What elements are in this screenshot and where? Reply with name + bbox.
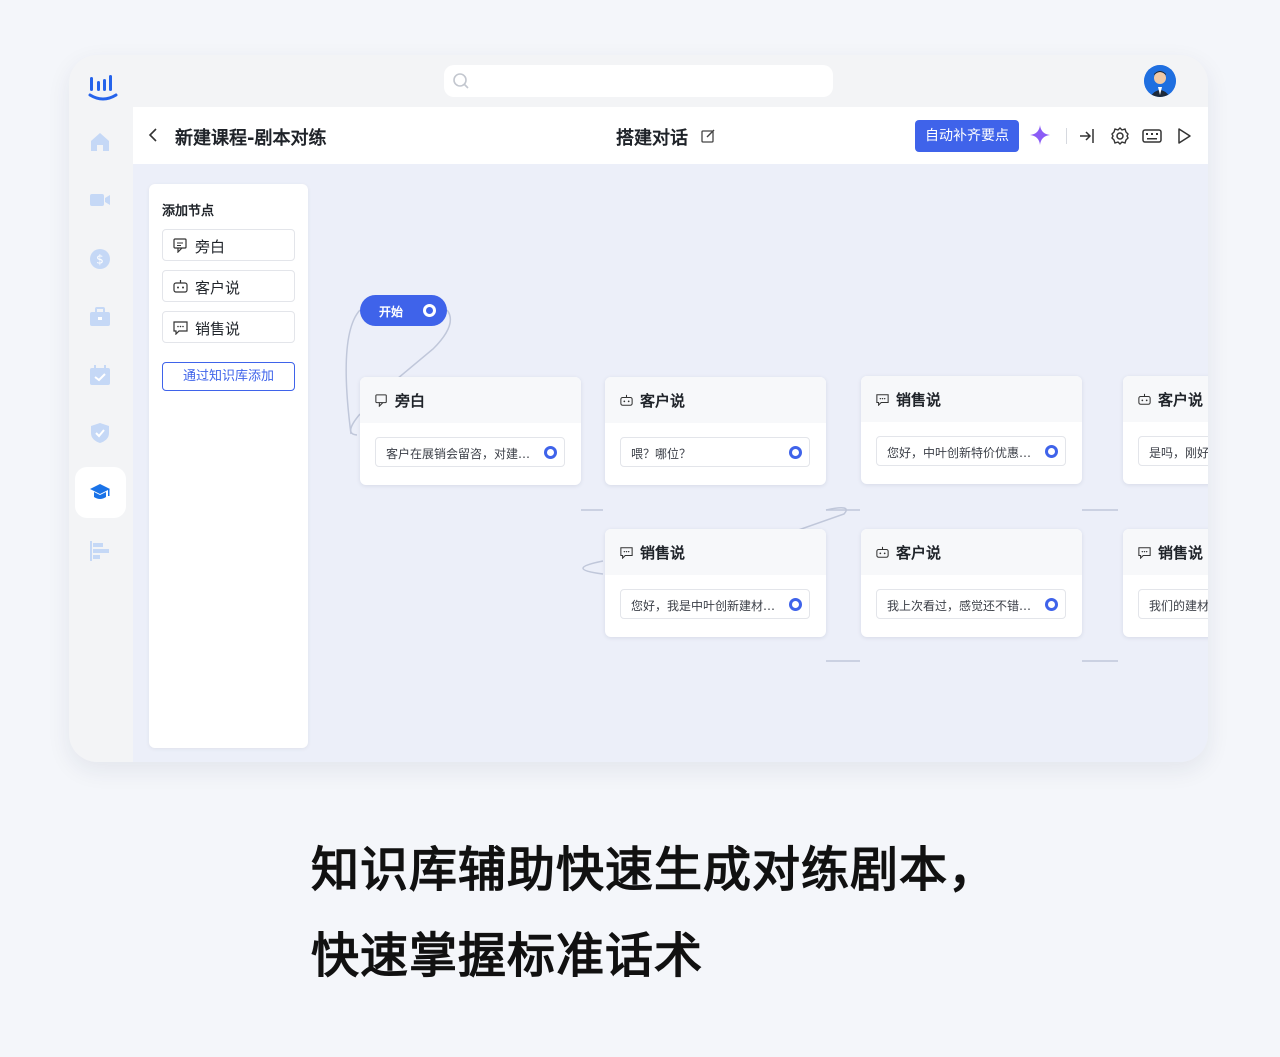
import-icon[interactable] [1078, 126, 1098, 146]
start-connector-port[interactable] [423, 304, 436, 317]
caption-line-1: 知识库辅助快速生成对练剧本， [311, 842, 998, 898]
node-header: 旁白 [360, 377, 581, 423]
home-icon[interactable] [89, 131, 111, 153]
header-divider [1066, 128, 1067, 144]
connector-port[interactable] [789, 446, 802, 459]
node-text-field[interactable]: 是吗，刚好 [1138, 436, 1208, 466]
connector-port[interactable] [789, 598, 802, 611]
dollar-icon[interactable]: $ [89, 248, 111, 270]
node-header: 客户说 [1123, 376, 1208, 422]
caption-line-2: 快速掌握标准话术 [311, 928, 704, 984]
editor-header: 新建课程-剧本对练 搭建对话 自动补齐要点 [133, 107, 1208, 164]
user-avatar[interactable] [1144, 65, 1176, 97]
node-text-field[interactable]: 喂？哪位？ [620, 437, 810, 467]
auto-fill-points-button[interactable]: 自动补齐要点 [915, 120, 1019, 152]
flow-node-narration[interactable]: 旁白 客户在展销会留咨，对建… [360, 377, 581, 485]
search-icon [453, 73, 469, 89]
connector-port[interactable] [1045, 445, 1058, 458]
node-header: 销售说 [1123, 529, 1208, 575]
svg-text:$: $ [96, 253, 104, 267]
connector-port[interactable] [1045, 598, 1058, 611]
robot-icon [876, 546, 889, 558]
graduation-cap-icon[interactable] [89, 481, 111, 503]
search-bar[interactable] [444, 65, 833, 97]
app-window: $ 新建课程-剧本对练 搭建对话 自动补齐要点 添加节点 旁白 客户说 销售说 … [69, 55, 1208, 762]
back-icon[interactable] [147, 127, 161, 143]
node-header: 客户说 [861, 529, 1082, 575]
course-title: 新建课程-剧本对练 [175, 128, 327, 149]
main-content: 新建课程-剧本对练 搭建对话 自动补齐要点 添加节点 旁白 客户说 销售说 通过… [133, 107, 1208, 762]
node-header: 客户说 [605, 377, 826, 423]
connector-port[interactable] [544, 446, 557, 459]
chat-icon [1138, 547, 1151, 559]
calendar-icon[interactable] [89, 364, 111, 386]
play-icon[interactable] [1174, 126, 1194, 146]
flow-node-sales[interactable]: 销售说 我们的建材 [1123, 529, 1208, 637]
app-logo-icon[interactable] [87, 71, 119, 103]
briefcase-icon[interactable] [89, 306, 111, 328]
chat-icon [876, 394, 889, 406]
flow-node-sales[interactable]: 销售说 您好，中叶创新特价优惠… [861, 376, 1082, 484]
settings-icon[interactable] [1110, 126, 1130, 146]
flow-node-sales[interactable]: 销售说 您好，我是中叶创新建材… [605, 529, 826, 637]
keyboard-icon[interactable] [1142, 126, 1162, 146]
node-text-field[interactable]: 您好，中叶创新特价优惠… [876, 436, 1066, 466]
node-text-field[interactable]: 您好，我是中叶创新建材… [620, 589, 810, 619]
page-title: 搭建对话 [616, 128, 688, 149]
shield-icon[interactable] [89, 422, 111, 444]
narration-icon [375, 394, 387, 407]
node-header: 销售说 [861, 376, 1082, 422]
start-node[interactable]: 开始 [360, 295, 447, 326]
node-text-field[interactable]: 我们的建材 [1138, 589, 1208, 619]
flow-canvas[interactable]: 开始 旁白 客户在展销会留咨，对建… 客户说 喂？哪位？ 销售说 您好，中叶创新… [133, 164, 1208, 762]
node-text-field[interactable]: 我上次看过，感觉还不错… [876, 589, 1066, 619]
chat-icon [620, 547, 633, 559]
video-icon[interactable] [89, 189, 111, 211]
node-text-field[interactable]: 客户在展销会留咨，对建… [375, 437, 565, 467]
node-header: 销售说 [605, 529, 826, 575]
edit-icon[interactable] [701, 128, 716, 143]
robot-icon [620, 394, 633, 406]
robot-icon [1138, 393, 1151, 405]
sparkle-icon[interactable] [1029, 124, 1051, 146]
gantt-icon[interactable] [89, 540, 111, 562]
flow-node-customer[interactable]: 客户说 是吗，刚好 [1123, 376, 1208, 484]
flow-node-customer[interactable]: 客户说 我上次看过，感觉还不错… [861, 529, 1082, 637]
flow-node-customer[interactable]: 客户说 喂？哪位？ [605, 377, 826, 485]
